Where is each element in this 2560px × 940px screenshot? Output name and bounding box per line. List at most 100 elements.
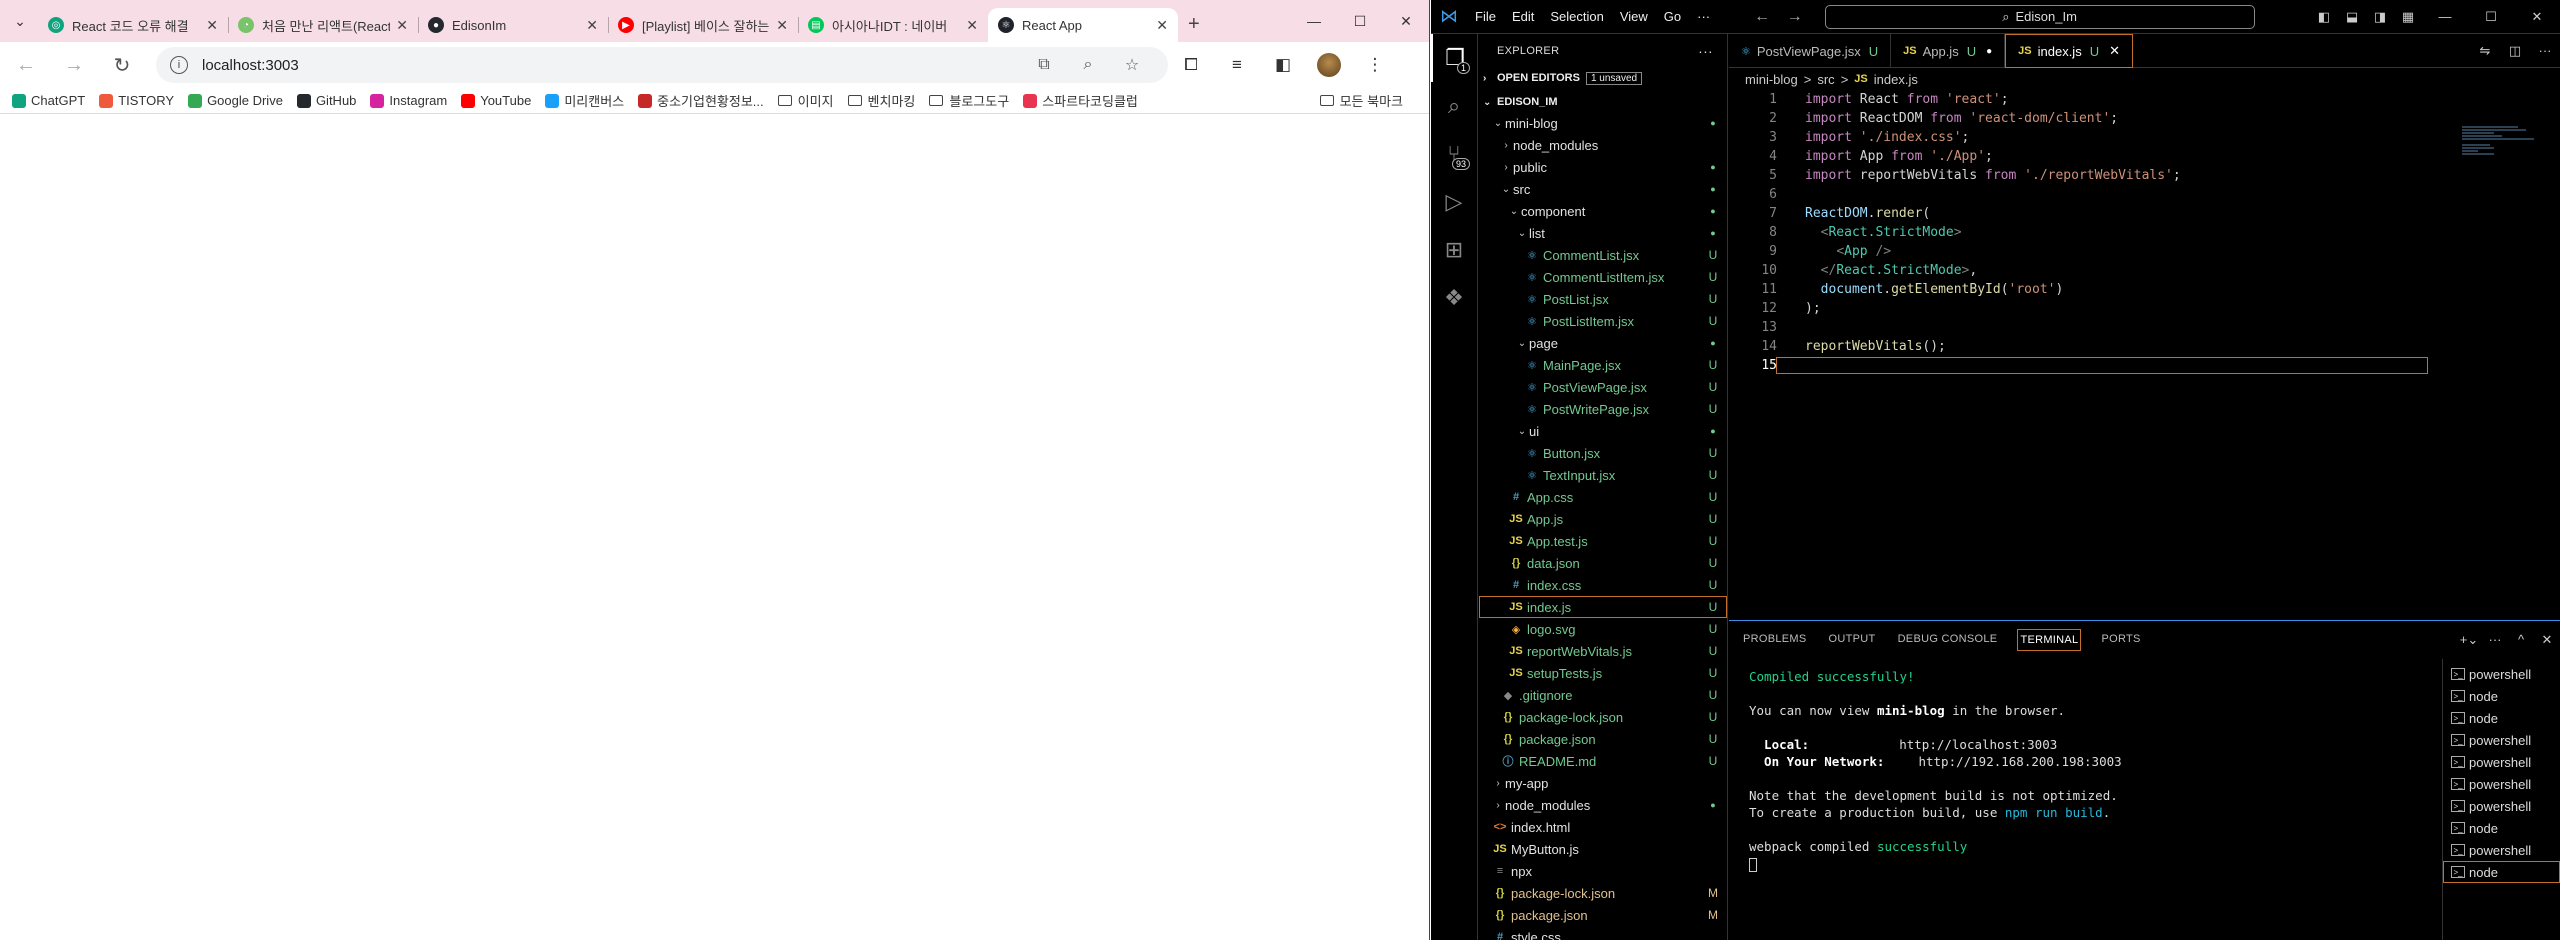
- tree-file[interactable]: JS MyButton.js: [1479, 838, 1727, 860]
- forward-button[interactable]: →: [56, 47, 92, 83]
- menu-item[interactable]: Selection: [1550, 9, 1603, 24]
- terminal-instance[interactable]: >_ powershell: [2443, 729, 2560, 751]
- close-panel-icon[interactable]: ✕: [2534, 632, 2560, 648]
- source-control-icon[interactable]: ⑂ 93: [1431, 130, 1477, 178]
- tree-file[interactable]: ≡ npx: [1479, 860, 1727, 882]
- close-icon[interactable]: ✕: [2514, 9, 2560, 25]
- chrome-tab[interactable]: ⚛ React App ✕: [988, 8, 1178, 42]
- code-line[interactable]: 4 import App from './App';: [1729, 147, 2560, 166]
- more-actions-icon[interactable]: ···: [2530, 43, 2560, 58]
- bookmark-item[interactable]: ChatGPT: [12, 93, 85, 108]
- close-tab-icon[interactable]: ✕: [206, 17, 218, 34]
- code-line[interactable]: 13: [1729, 318, 2560, 337]
- tree-file[interactable]: {} data.json U: [1479, 552, 1727, 574]
- maximize-icon[interactable]: ☐: [2468, 9, 2514, 25]
- tree-file[interactable]: ◆ .gitignore U: [1479, 684, 1727, 706]
- tree-file[interactable]: ⚛ Button.jsx U: [1479, 442, 1727, 464]
- code-line[interactable]: 12);: [1729, 299, 2560, 318]
- tree-file[interactable]: ⚛ PostViewPage.jsx U: [1479, 376, 1727, 398]
- url-text[interactable]: localhost:3003: [202, 57, 1022, 74]
- go-forward-icon[interactable]: →: [1787, 8, 1803, 25]
- bookmark-item[interactable]: 벤치마킹: [847, 91, 915, 110]
- close-tab-icon[interactable]: ✕: [2109, 43, 2120, 59]
- tree-file[interactable]: JS App.test.js U: [1479, 530, 1727, 552]
- site-info-icon[interactable]: i: [170, 56, 188, 74]
- chrome-tab[interactable]: ● EdisonIm ✕: [418, 8, 608, 42]
- tree-file[interactable]: {} package.json M: [1479, 904, 1727, 926]
- terminal-instance[interactable]: >_ powershell: [2443, 773, 2560, 795]
- chrome-tab[interactable]: ▶ [Playlist] 베이스 잘하는 ✕: [608, 8, 798, 42]
- breadcrumb-item[interactable]: src: [1817, 72, 1834, 87]
- more-actions-icon[interactable]: ···: [1698, 43, 1713, 59]
- tree-file[interactable]: {} package-lock.json M: [1479, 882, 1727, 904]
- code-line[interactable]: 14 reportWebVitals();: [1729, 337, 2560, 356]
- terminal-instance[interactable]: >_ node: [2443, 685, 2560, 707]
- code-line[interactable]: 9 <App />: [1729, 242, 2560, 261]
- new-tab-button[interactable]: +: [1188, 13, 1200, 36]
- customize-layout-icon[interactable]: ▦: [2394, 9, 2422, 25]
- bookmark-item[interactable]: 이미지: [777, 91, 834, 110]
- close-tab-icon[interactable]: ✕: [1156, 17, 1168, 34]
- bookmark-star-icon[interactable]: ☆: [1110, 55, 1154, 75]
- extensions-icon[interactable]: ⊞: [1431, 226, 1477, 274]
- bookmark-item[interactable]: 미리캔버스: [545, 91, 624, 110]
- open-editors-section[interactable]: › OPEN EDITORS 1 unsaved: [1479, 68, 1727, 88]
- avatar[interactable]: [1317, 53, 1341, 77]
- minimap[interactable]: [2462, 126, 2542, 166]
- terminal-instance[interactable]: >_ powershell: [2443, 795, 2560, 817]
- tab-search-icon[interactable]: ⌄: [6, 7, 34, 35]
- breadcrumb-item[interactable]: JS: [1854, 73, 1867, 85]
- editor-tab[interactable]: JS index.js U ✕: [2005, 34, 2133, 68]
- command-center-search[interactable]: ⌕ Edison_Im: [1824, 4, 2255, 29]
- panel-tab[interactable]: PROBLEMS: [1741, 629, 1809, 651]
- reload-button[interactable]: ↻: [104, 47, 140, 83]
- chrome-tab[interactable]: ▤ 아시아나IDT : 네이버 ✕: [798, 8, 988, 42]
- run-debug-icon[interactable]: ▷: [1431, 178, 1477, 226]
- code-line[interactable]: 3 import './index.css';: [1729, 128, 2560, 147]
- terminal-output[interactable]: Compiled successfully! You can now view …: [1729, 659, 2442, 940]
- tree-file[interactable]: # style.css: [1479, 926, 1727, 940]
- tree-folder[interactable]: ⌄ list ●: [1479, 222, 1727, 244]
- python-icon[interactable]: ❖: [1431, 274, 1477, 322]
- code-line[interactable]: 2 import ReactDOM from 'react-dom/client'…: [1729, 109, 2560, 128]
- close-tab-icon[interactable]: ✕: [966, 17, 978, 34]
- toggle-panel-icon[interactable]: ⬓: [2338, 9, 2366, 25]
- terminal-instance[interactable]: >_ powershell: [2443, 663, 2560, 685]
- tree-file[interactable]: ⚛ PostWritePage.jsx U: [1479, 398, 1727, 420]
- back-button[interactable]: ←: [8, 47, 44, 83]
- bookmark-item[interactable]: 중소기업현황정보...: [638, 91, 764, 110]
- code-line[interactable]: 7 ReactDOM.render(: [1729, 204, 2560, 223]
- new-terminal-icon[interactable]: +⌄: [2456, 632, 2482, 648]
- tree-folder[interactable]: ⌄ src ●: [1479, 178, 1727, 200]
- terminal-instance[interactable]: >_ node: [2443, 861, 2560, 883]
- minimize-icon[interactable]: —: [2422, 9, 2468, 25]
- tree-folder[interactable]: › public ●: [1479, 156, 1727, 178]
- bookmark-item[interactable]: GitHub: [296, 93, 356, 108]
- tree-file[interactable]: {} package-lock.json U: [1479, 706, 1727, 728]
- panel-tab[interactable]: TERMINAL: [2017, 629, 2082, 651]
- code-line[interactable]: 10 </React.StrictMode>,: [1729, 261, 2560, 280]
- toggle-secondary-sidebar-icon[interactable]: ◨: [2366, 9, 2394, 25]
- terminal-instance[interactable]: >_ node: [2443, 817, 2560, 839]
- tree-file[interactable]: ⓘ README.md U: [1479, 750, 1727, 772]
- chrome-tab[interactable]: ◔ 처음 만난 리액트(React) ✕: [228, 8, 418, 42]
- explorer-icon[interactable]: ❐ 1: [1431, 34, 1477, 82]
- tree-file[interactable]: ⚛ CommentListItem.jsx U: [1479, 266, 1727, 288]
- tree-file[interactable]: ⚛ MainPage.jsx U: [1479, 354, 1727, 376]
- tree-file[interactable]: JS reportWebVitals.js U: [1479, 640, 1727, 662]
- tree-file[interactable]: ⚛ PostList.jsx U: [1479, 288, 1727, 310]
- tree-folder[interactable]: ⌄ ui ●: [1479, 420, 1727, 442]
- code-line[interactable]: 5 import reportWebVitals from './reportWe…: [1729, 166, 2560, 185]
- panel-tab[interactable]: OUTPUT: [1827, 629, 1878, 651]
- tree-file[interactable]: ◈ logo.svg U: [1479, 618, 1727, 640]
- close-tab-icon[interactable]: ✕: [776, 17, 788, 34]
- editor-tab[interactable]: ⚛ PostViewPage.jsx U: [1729, 34, 1892, 68]
- install-app-icon[interactable]: ⧉: [1022, 56, 1066, 74]
- close-tab-icon[interactable]: ✕: [396, 17, 408, 34]
- all-bookmarks-folder[interactable]: 모든 북마크: [1319, 91, 1403, 110]
- bookmark-item[interactable]: 스파르타코딩클럽: [1023, 91, 1138, 110]
- bookmark-item[interactable]: TISTORY: [99, 93, 174, 108]
- code-line[interactable]: 8 <React.StrictMode>: [1729, 223, 2560, 242]
- terminal-instance[interactable]: >_ powershell: [2443, 839, 2560, 861]
- code-line[interactable]: 1 import React from 'react';: [1729, 90, 2560, 109]
